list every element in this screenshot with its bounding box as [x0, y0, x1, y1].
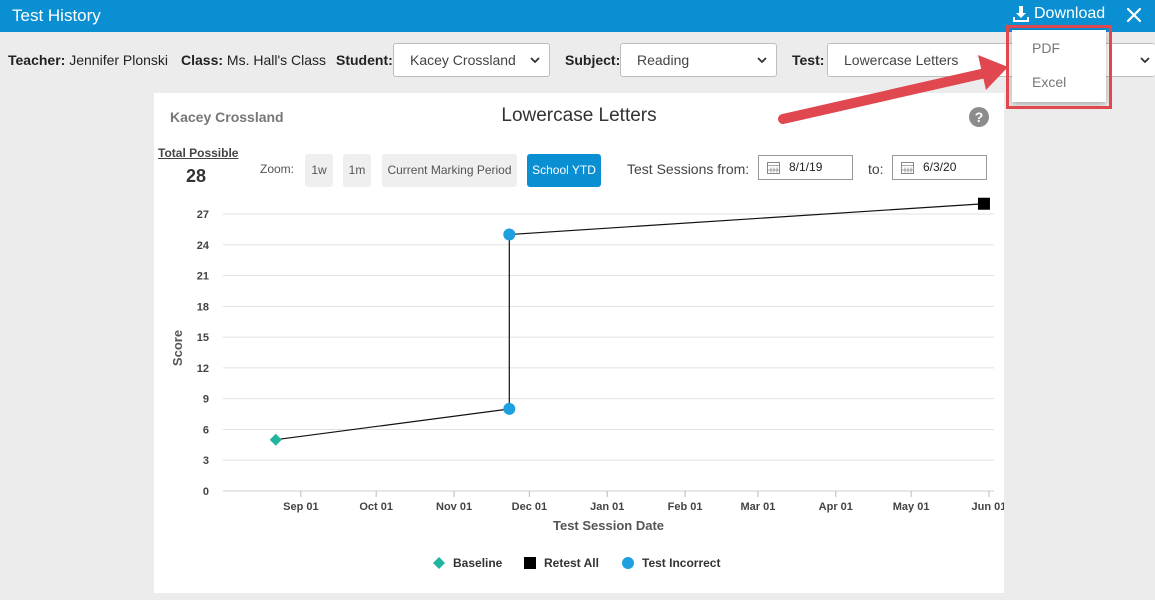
teacher-label: Teacher:	[8, 52, 66, 68]
subject-select[interactable]: Reading	[620, 43, 777, 77]
y-tick-label: 21	[197, 271, 209, 283]
x-tick-label: Feb 01	[668, 501, 703, 513]
data-point-test-incorrect	[503, 228, 516, 241]
y-tick-label: 12	[197, 363, 209, 375]
x-tick-label: Nov 01	[436, 501, 472, 513]
class-info: Class: Ms. Hall's Class	[181, 52, 326, 68]
chevron-down-icon	[1140, 57, 1150, 64]
diamond-icon	[433, 557, 445, 569]
y-tick-label: 18	[197, 301, 209, 313]
legend-test-incorrect[interactable]: Test Incorrect	[621, 556, 720, 570]
teacher-value: Jennifer Plonski	[69, 52, 169, 68]
filter-bar: Teacher: Jennifer Plonski Class: Ms. Hal…	[0, 32, 1155, 88]
chevron-down-icon	[530, 57, 540, 64]
highlight-box	[1006, 25, 1112, 109]
x-axis-title: Test Session Date	[553, 518, 664, 533]
y-tick-label: 27	[197, 209, 209, 221]
legend-baseline[interactable]: Baseline	[432, 556, 502, 570]
title-bar: Test History Download	[0, 0, 1155, 32]
close-icon[interactable]	[1124, 5, 1144, 25]
legend-label: Test Incorrect	[642, 556, 721, 570]
data-point-test-incorrect	[503, 402, 516, 415]
subject-select-value: Reading	[637, 52, 690, 68]
legend-retest-all[interactable]: Retest All	[523, 556, 599, 570]
x-tick-label: Oct 01	[359, 501, 393, 513]
data-point-baseline	[269, 433, 282, 446]
data-point-retest-all	[977, 197, 990, 210]
subject-label: Subject:	[565, 52, 621, 68]
y-axis-title: Score	[170, 330, 185, 366]
y-tick-label: 9	[203, 394, 209, 406]
x-tick-label: May 01	[893, 501, 930, 513]
teacher-info: Teacher: Jennifer Plonski	[8, 52, 168, 68]
x-tick-label: Apr 01	[819, 501, 853, 513]
window-title: Test History	[12, 6, 101, 25]
y-tick-label: 24	[197, 240, 210, 252]
chart-card: Kacey Crossland Lowercase Letters ? Tota…	[154, 93, 1004, 593]
square-icon	[524, 557, 536, 569]
circle-icon	[622, 557, 634, 569]
class-value: Ms. Hall's Class	[226, 52, 327, 68]
chevron-down-icon	[757, 57, 767, 64]
download-button[interactable]: Download	[1012, 5, 1105, 23]
x-tick-label: Dec 01	[512, 501, 547, 513]
y-tick-label: 3	[203, 455, 209, 467]
test-label: Test:	[792, 52, 825, 68]
legend-label: Retest All	[544, 556, 599, 570]
x-tick-label: Jun 01	[972, 501, 1004, 513]
x-tick-label: Mar 01	[740, 501, 775, 513]
x-tick-label: Jan 01	[590, 501, 624, 513]
score-chart: 0 3 6 9 12 15 18 21 24 27 Sep 01 Oct 01 Nov 01 Dec 01…	[170, 197, 1004, 533]
legend-label: Baseline	[453, 556, 503, 570]
class-label: Class:	[181, 52, 224, 68]
student-select[interactable]: Kacey Crossland	[393, 43, 550, 77]
y-tick-label: 0	[203, 486, 209, 498]
download-label: Download	[1034, 5, 1106, 22]
series-line	[275, 203, 984, 441]
test-select-value: Lowercase Letters	[844, 52, 959, 68]
y-tick-label: 15	[197, 332, 209, 344]
student-select-value: Kacey Crossland	[410, 52, 516, 68]
x-tick-label: Sep 01	[283, 501, 318, 513]
y-tick-label: 6	[203, 424, 209, 436]
download-icon	[1013, 6, 1029, 22]
student-label: Student:	[336, 52, 393, 68]
